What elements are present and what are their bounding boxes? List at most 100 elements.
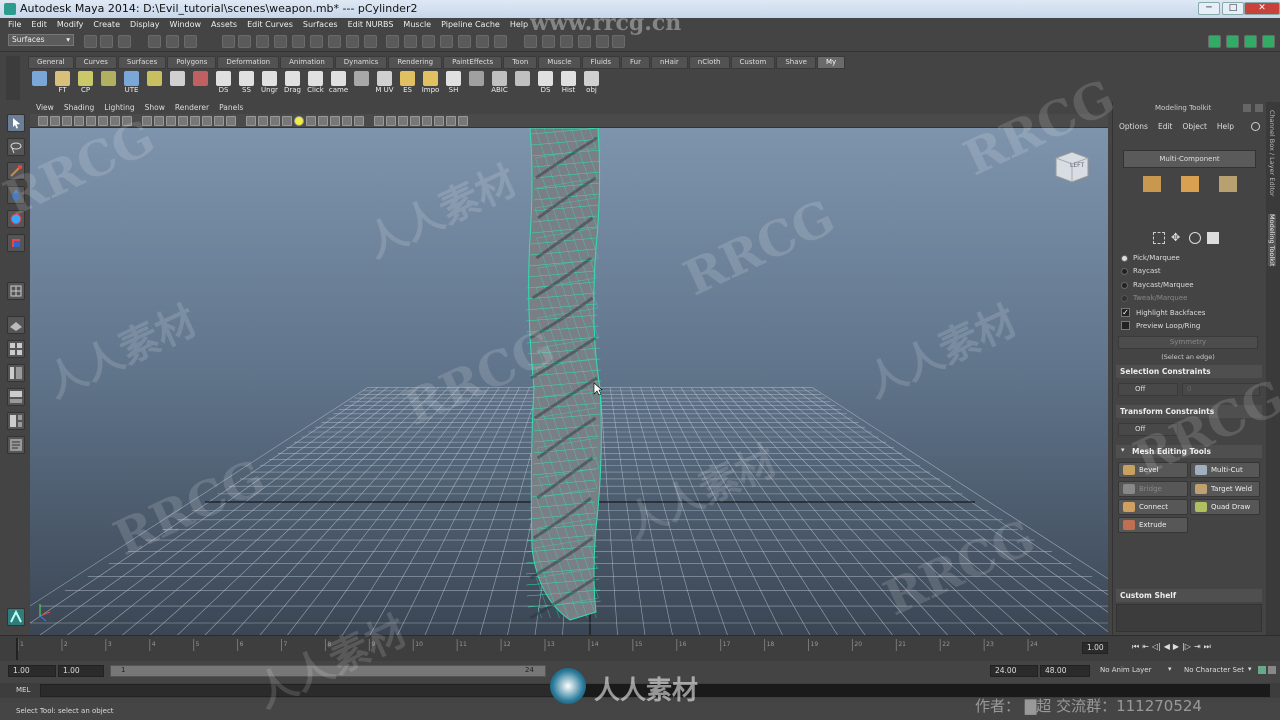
shelf-button[interactable] [513, 70, 532, 98]
shelf-button[interactable]: Impo [421, 70, 440, 98]
menu-assets[interactable]: Assets [211, 18, 237, 32]
shelf-tab-custom[interactable]: Custom [730, 56, 776, 69]
hypershade-layout-icon[interactable] [7, 412, 25, 430]
shelf-button[interactable]: came [329, 70, 348, 98]
tool-connect-button[interactable]: Connect [1118, 499, 1188, 515]
shelf-button[interactable]: ABIC [490, 70, 509, 98]
shelf-button[interactable]: ES [398, 70, 417, 98]
status-tool-icon[interactable] [310, 35, 323, 48]
shelf-tab-surfaces[interactable]: Surfaces [117, 56, 167, 69]
menu-modify[interactable]: Modify [57, 18, 84, 32]
graph-layout-icon[interactable] [7, 388, 25, 406]
panel-tool-icon[interactable] [246, 116, 256, 126]
panel-tool-icon[interactable] [374, 116, 384, 126]
status-tool-icon[interactable] [238, 35, 251, 48]
selection-constraints-field[interactable]: 0 [1182, 383, 1260, 396]
lasso-tool-icon[interactable] [7, 138, 25, 156]
menu-muscle[interactable]: Muscle [403, 18, 431, 32]
menu-surfaces[interactable]: Surfaces [303, 18, 338, 32]
status-tool-icon[interactable] [560, 35, 573, 48]
shelf-tab-ncloth[interactable]: nCloth [688, 56, 730, 69]
shelf-tab-nhair[interactable]: nHair [650, 56, 688, 69]
auto-key-icon[interactable] [1258, 666, 1266, 674]
shelf-button[interactable]: Ungr [260, 70, 279, 98]
radio-pick-marquee[interactable] [1121, 255, 1128, 262]
view-cube[interactable]: LEFT [1052, 146, 1092, 184]
perspective-viewport[interactable]: LEFT [30, 128, 1108, 635]
panel-tool-icon[interactable] [74, 116, 84, 126]
playback-button-icon[interactable]: ⏭ [1204, 642, 1211, 652]
mel-input[interactable] [40, 684, 560, 697]
minimize-button[interactable]: ─ [1198, 2, 1220, 15]
status-tool-icon[interactable] [274, 35, 287, 48]
shelf-button[interactable] [168, 70, 187, 98]
menu-display[interactable]: Display [130, 18, 160, 32]
status-tool-icon[interactable] [440, 35, 453, 48]
panel-tool-icon[interactable] [354, 116, 364, 126]
shelf-button[interactable] [191, 70, 210, 98]
panel-tool-icon[interactable] [190, 116, 200, 126]
panel-menu-renderer[interactable]: Renderer [175, 102, 209, 114]
panel-tool-icon[interactable] [122, 116, 132, 126]
marquee-select-icon[interactable] [1153, 232, 1165, 244]
face-mode-icon[interactable] [1181, 176, 1199, 192]
lighting-icon[interactable] [294, 116, 304, 126]
shelf-tab-muscle[interactable]: Muscle [538, 56, 581, 69]
shelf-tab-curves[interactable]: Curves [74, 56, 117, 69]
shelf-button[interactable]: DS [536, 70, 555, 98]
anim-end-field[interactable]: 48.00 [1040, 665, 1090, 677]
current-time-marker[interactable] [16, 638, 18, 660]
shelf-tab-painteffects[interactable]: PaintEffects [443, 56, 503, 69]
shelf-tab-deformation[interactable]: Deformation [217, 56, 280, 69]
menu-create[interactable]: Create [93, 18, 120, 32]
shelf-button[interactable]: Drag [283, 70, 302, 98]
radio-tweak-marquee[interactable] [1121, 295, 1128, 302]
anim-start-field[interactable]: 1.00 [8, 665, 56, 677]
shelf-tab-toon[interactable]: Toon [503, 56, 538, 69]
status-tool-icon[interactable] [612, 35, 625, 48]
layout-toggle-icon[interactable] [1226, 35, 1239, 48]
panel-tool-icon[interactable] [386, 116, 396, 126]
selection-constraints-dropdown[interactable]: Off [1118, 383, 1178, 396]
selection-constraints-header[interactable]: Selection Constraints [1116, 365, 1262, 378]
panel-tool-icon[interactable] [178, 116, 188, 126]
multi-component-button[interactable]: Multi-Component [1123, 150, 1256, 168]
playback-button-icon[interactable]: ◀ [1164, 642, 1170, 652]
shelf-button[interactable]: SS [237, 70, 256, 98]
shelf-tab-animation[interactable]: Animation [280, 56, 334, 69]
panel-tool-icon[interactable] [202, 116, 212, 126]
scale-icon[interactable] [1207, 232, 1219, 244]
toolkit-menu-edit[interactable]: Edit [1158, 122, 1173, 131]
playback-button-icon[interactable]: ⏮ [1132, 642, 1139, 652]
shelf-button[interactable] [352, 70, 371, 98]
shelf-button[interactable] [145, 70, 164, 98]
layout-toggle-icon[interactable] [1244, 35, 1257, 48]
toolkit-menu-object[interactable]: Object [1182, 122, 1206, 131]
shelf-tab-my[interactable]: My [816, 56, 846, 69]
custom-shelf-area[interactable] [1116, 604, 1262, 632]
shelf-tab-fur[interactable]: Fur [620, 56, 650, 69]
close-panel-icon[interactable] [1255, 104, 1263, 112]
panel-tool-icon[interactable] [342, 116, 352, 126]
panel-tool-icon[interactable] [282, 116, 292, 126]
tab-modeling-toolkit[interactable]: Modeling Toolkit [1268, 214, 1276, 267]
panel-tool-icon[interactable] [214, 116, 224, 126]
tool-quad-draw-button[interactable]: Quad Draw [1190, 499, 1260, 515]
panel-tool-icon[interactable] [306, 116, 316, 126]
panel-tool-icon[interactable] [110, 116, 120, 126]
menu-edit-curves[interactable]: Edit Curves [247, 18, 293, 32]
toolkit-menu-help[interactable]: Help [1217, 122, 1234, 131]
tool-bevel-button[interactable]: Bevel [1118, 462, 1188, 478]
panel-tool-icon[interactable] [38, 116, 48, 126]
mel-label[interactable]: MEL [16, 686, 30, 694]
panel-tool-icon[interactable] [154, 116, 164, 126]
panel-tool-icon[interactable] [318, 116, 328, 126]
character-set-dropdown[interactable]: No Character Set [1184, 666, 1244, 674]
playback-button-icon[interactable]: ⇥ [1194, 642, 1201, 652]
toolkit-menu-options[interactable]: Options [1119, 122, 1148, 131]
panel-tool-icon[interactable] [398, 116, 408, 126]
status-tool-icon[interactable] [84, 35, 97, 48]
power-icon[interactable] [1251, 122, 1260, 131]
last-tool-icon[interactable] [7, 282, 25, 300]
scale-tool-icon[interactable] [7, 234, 25, 252]
